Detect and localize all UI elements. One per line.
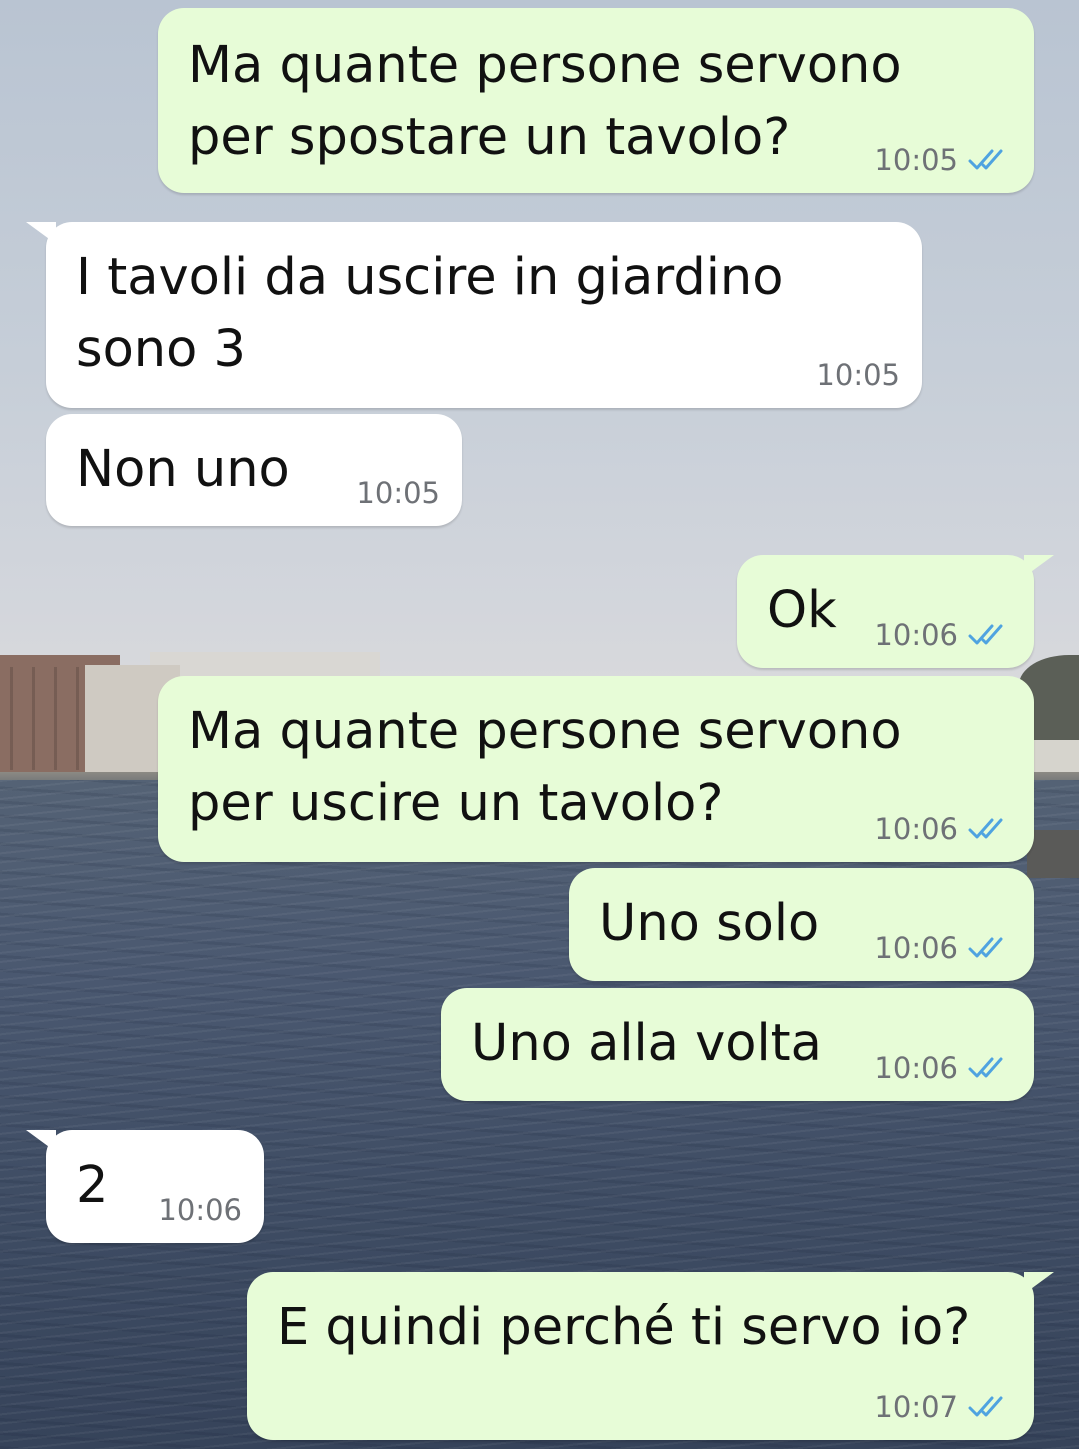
message-text: Ma quante persone servono per uscire un … (188, 702, 902, 833)
message-timestamp: 10:05 (816, 358, 900, 392)
received-message-bubble[interactable]: 2 10:06 (26, 1130, 264, 1243)
message-meta: 10:05 (356, 476, 440, 510)
sent-message-bubble[interactable]: Ok 10:06 (737, 555, 1054, 668)
message-timestamp: 10:06 (874, 618, 958, 652)
message-meta: 10:06 (874, 1051, 1012, 1085)
message-timestamp: 10:05 (356, 476, 440, 510)
message-text: 2 (76, 1156, 109, 1215)
message-meta: 10:05 (874, 143, 1012, 177)
double-check-icon (968, 622, 1012, 648)
message-text: Non uno (76, 440, 290, 499)
message-list[interactable]: Ma quante persone servono per spostare u… (0, 0, 1079, 1449)
sent-message-bubble[interactable]: Ma quante persone servono per spostare u… (158, 8, 1034, 193)
message-meta: 10:07 (874, 1390, 1012, 1424)
message-meta: 10:06 (874, 931, 1012, 965)
message-timestamp: 10:07 (874, 1390, 958, 1424)
sent-message-bubble[interactable]: Uno alla volta 10:06 (441, 988, 1034, 1101)
message-text: Ma quante persone servono per spostare u… (188, 36, 902, 167)
message-text: Uno solo (599, 894, 820, 953)
sent-message-bubble[interactable]: E quindi perché ti servo io? 10:07 (247, 1272, 1054, 1440)
message-timestamp: 10:06 (874, 1051, 958, 1085)
double-check-icon (968, 1394, 1012, 1420)
double-check-icon (968, 816, 1012, 842)
message-timestamp: 10:05 (874, 143, 958, 177)
message-text: Ok (767, 581, 837, 640)
message-text: I tavoli da uscire in giardino sono 3 (76, 248, 784, 379)
message-meta: 10:06 (158, 1193, 242, 1227)
double-check-icon (968, 1055, 1012, 1081)
double-check-icon (968, 935, 1012, 961)
sent-message-bubble[interactable]: Uno solo 10:06 (569, 868, 1034, 981)
message-meta: 10:05 (816, 358, 900, 392)
double-check-icon (968, 147, 1012, 173)
received-message-bubble[interactable]: I tavoli da uscire in giardino sono 3 10… (26, 222, 922, 408)
message-meta: 10:06 (874, 812, 1012, 846)
message-timestamp: 10:06 (874, 931, 958, 965)
sent-message-bubble[interactable]: Ma quante persone servono per uscire un … (158, 676, 1034, 862)
message-timestamp: 10:06 (158, 1193, 242, 1227)
message-text: Uno alla volta (471, 1014, 822, 1073)
received-message-bubble[interactable]: Non uno 10:05 (46, 414, 462, 526)
message-meta: 10:06 (874, 618, 1012, 652)
message-timestamp: 10:06 (874, 812, 958, 846)
message-text: E quindi perché ti servo io? (277, 1298, 971, 1357)
